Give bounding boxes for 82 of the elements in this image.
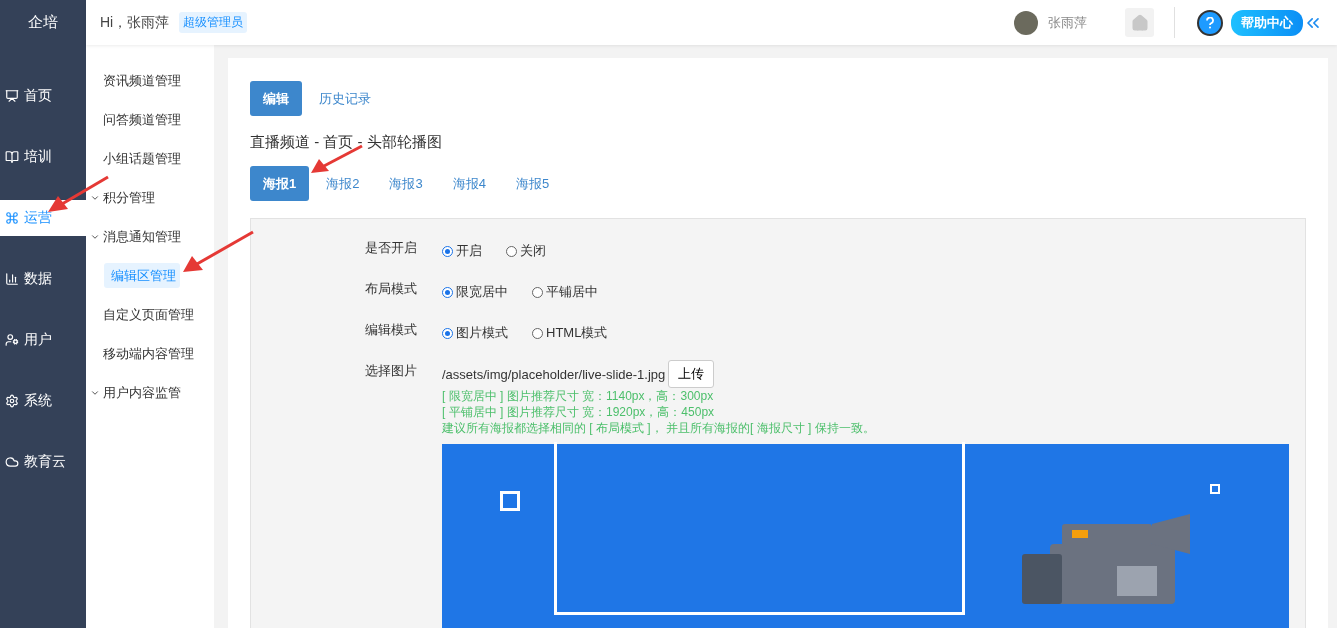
field-label: 选择图片: [365, 362, 418, 380]
nav-item[interactable]: 用户: [0, 322, 86, 358]
nav-label: 数据: [24, 270, 52, 288]
submenu-label: 自定义页面管理: [103, 305, 194, 324]
nav-label: 首页: [24, 87, 52, 105]
submenu-label: 小组话题管理: [103, 149, 181, 168]
submenu-label: 编辑区管理: [111, 266, 176, 285]
nav-item[interactable]: 教育云: [0, 444, 86, 480]
file-path: /assets/img/placeholder/live-slide-1.jpg: [442, 366, 666, 382]
radio-label: 开启: [456, 242, 482, 260]
radio-button[interactable]: [506, 245, 517, 257]
nav-item[interactable]: 培训: [0, 139, 86, 175]
field-label: 编辑模式: [365, 321, 418, 339]
submenu-item[interactable]: 用户内容监管: [83, 380, 185, 405]
nav-label: 系统: [24, 392, 52, 410]
submenu-item[interactable]: 资讯频道管理: [96, 68, 185, 93]
radio-option[interactable]: HTML模式: [532, 324, 608, 342]
field-label: 布局模式: [365, 280, 418, 298]
home-icon: [1130, 13, 1149, 32]
nav-icon: [5, 333, 19, 347]
brand-logo: 企培: [0, 0, 86, 45]
submenu-item[interactable]: 消息通知管理: [83, 224, 185, 249]
radio-option[interactable]: 图片模式: [442, 324, 508, 342]
submenu-item[interactable]: 小组话题管理: [96, 146, 185, 171]
hint-text: 建议所有海报都选择相同的 [ 布局模式 ]， 并且所有海报的[ 海报尺寸 ] 保持一致。: [442, 420, 876, 436]
submenu-label: 资讯频道管理: [103, 71, 181, 90]
nav-icon: [5, 89, 19, 103]
field-label: 是否开启: [365, 239, 418, 257]
nav-icon: [5, 272, 19, 286]
radio-label: 关闭: [520, 242, 546, 260]
radio-label: 图片模式: [456, 324, 508, 342]
tab[interactable]: 编辑: [250, 81, 302, 116]
poster-tab[interactable]: 海报5: [502, 166, 563, 201]
radio-option[interactable]: 开启: [442, 242, 482, 260]
help-icon[interactable]: [1197, 9, 1223, 36]
radio-label: 平铺居中: [546, 283, 598, 301]
poster-tab[interactable]: 海报4: [439, 166, 499, 201]
hint-text: [ 限宽居中 ] 图片推荐尺寸 宽：1140px，高：300px: [442, 388, 715, 404]
submenu-item[interactable]: 积分管理: [83, 185, 159, 210]
nav-label: 教育云: [24, 453, 66, 471]
radio-label: HTML模式: [546, 324, 608, 342]
radio-button[interactable]: [532, 327, 543, 339]
breadcrumb-title: 直播频道 - 首页 - 头部轮播图: [250, 133, 443, 152]
submenu-label: 积分管理: [103, 188, 155, 207]
submenu-label: 问答频道管理: [103, 110, 181, 129]
radio-button[interactable]: [442, 286, 453, 298]
nav-label: 培训: [24, 148, 52, 166]
submenu-item[interactable]: 自定义页面管理: [96, 302, 198, 327]
radio-button[interactable]: [442, 327, 453, 339]
poster-tab[interactable]: 海报2: [313, 166, 373, 201]
role-badge: 超级管理员: [179, 12, 248, 33]
nav-label: 运营: [24, 209, 52, 227]
submenu-label: 移动端内容管理: [103, 344, 194, 363]
radio-option[interactable]: 平铺居中: [532, 283, 598, 301]
nav-icon: [5, 211, 19, 225]
nav-icon: [5, 150, 19, 164]
square-icon: [1210, 484, 1220, 494]
radio-label: 限宽居中: [456, 283, 508, 301]
tab[interactable]: 历史记录: [306, 81, 384, 116]
submenu-item[interactable]: 问答频道管理: [96, 107, 185, 132]
greeting-text: Hi，张雨萍: [100, 13, 170, 32]
nav-icon: [5, 455, 19, 469]
nav-label: 用户: [24, 331, 52, 349]
nav-item[interactable]: 数据: [0, 261, 86, 297]
submenu-label: 消息通知管理: [103, 227, 181, 246]
radio-button[interactable]: [532, 286, 543, 298]
radio-option[interactable]: 关闭: [506, 242, 546, 260]
submenu-item[interactable]: 移动端内容管理: [96, 341, 198, 366]
hint-text: [ 平铺居中 ] 图片推荐尺寸 宽：1920px，高：450px: [442, 404, 716, 420]
nav-item[interactable]: 首页: [0, 78, 86, 114]
square-icon: [500, 491, 520, 511]
radio-button[interactable]: [442, 245, 453, 257]
avatar[interactable]: [1014, 10, 1038, 35]
poster-tab[interactable]: 海报3: [376, 166, 436, 201]
submenu-label: 用户内容监管: [103, 383, 181, 402]
user-name: 张雨萍: [1048, 13, 1087, 32]
annotation-arrow: [183, 230, 254, 272]
nav-item[interactable]: 系统: [0, 383, 86, 419]
upload-button[interactable]: 上传: [668, 360, 715, 388]
nav-icon: [5, 394, 19, 408]
poster-tab[interactable]: 海报1: [250, 166, 310, 201]
radio-option[interactable]: 限宽居中: [442, 283, 508, 301]
